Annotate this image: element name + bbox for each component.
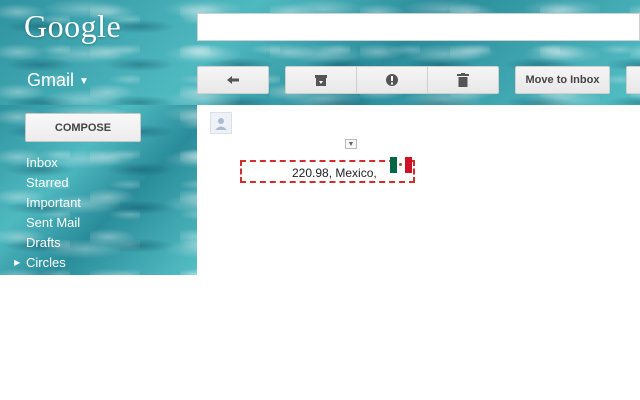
- archive-button[interactable]: [285, 66, 357, 94]
- move-to-inbox-button[interactable]: Move to Inbox: [515, 66, 610, 94]
- message-text: 220.98, Mexico,: [292, 166, 377, 180]
- sidebar-nav: Inbox Starred Important Sent Mail Drafts…: [14, 153, 81, 273]
- google-logo[interactable]: Google: [24, 8, 121, 45]
- back-button[interactable]: [197, 66, 269, 94]
- chevron-down-icon: ▼: [347, 140, 355, 148]
- gmail-label: Gmail: [27, 70, 75, 90]
- chevron-down-icon: ▼: [79, 75, 89, 87]
- sidebar-item-label: Circles: [26, 255, 66, 270]
- report-spam-button[interactable]: [356, 66, 428, 94]
- person-icon: [215, 118, 227, 130]
- avatar[interactable]: [210, 112, 232, 134]
- sidebar-item-starred[interactable]: Starred: [26, 173, 81, 193]
- compose-button[interactable]: COMPOSE: [25, 113, 141, 142]
- archive-icon: [315, 75, 327, 86]
- message-options-dropdown[interactable]: ▼: [345, 139, 357, 149]
- sidebar-item-drafts[interactable]: Drafts: [26, 233, 81, 253]
- sidebar-item-inbox[interactable]: Inbox: [26, 153, 81, 173]
- search-input[interactable]: [197, 13, 640, 41]
- trash-icon: [457, 73, 469, 87]
- reply-arrow-icon: [227, 76, 239, 84]
- sidebar-item-sent-mail[interactable]: Sent Mail: [26, 213, 81, 233]
- report-spam-icon: [386, 74, 398, 86]
- more-button[interactable]: [626, 66, 640, 94]
- gmail-menu[interactable]: Gmail ▼: [27, 70, 89, 91]
- sidebar-item-important[interactable]: Important: [26, 193, 81, 213]
- delete-button[interactable]: [427, 66, 499, 94]
- expand-arrow-icon[interactable]: ▶: [14, 253, 20, 273]
- sidebar-item-circles[interactable]: ▶ Circles: [14, 253, 81, 273]
- mexico-flag-icon: [390, 157, 412, 173]
